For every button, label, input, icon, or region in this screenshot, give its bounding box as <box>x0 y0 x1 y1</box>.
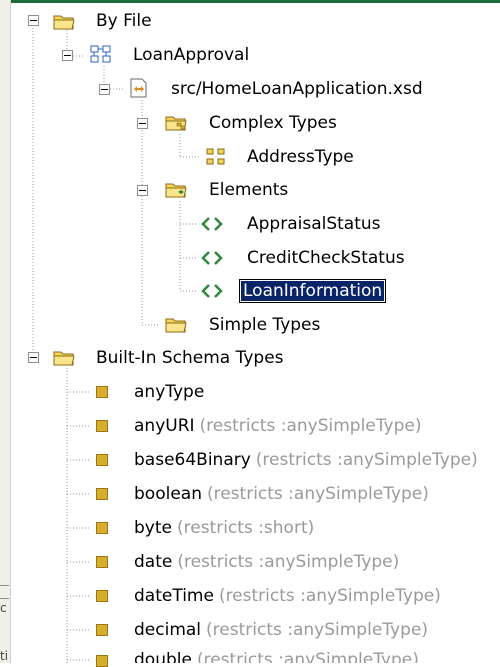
type-restriction: (restricts :anySimpleType) <box>206 484 429 504</box>
node-label: src/HomeLoanApplication.xsd <box>171 79 423 99</box>
type-name: boolean <box>134 484 202 504</box>
type-restriction: (restricts :anySimpleType) <box>199 416 422 436</box>
type-name: decimal <box>134 620 202 640</box>
tree-node-type[interactable]: byte (restricts :short) <box>134 515 314 541</box>
simple-type-icon <box>96 454 108 466</box>
simple-type-icon <box>96 386 108 398</box>
tree-node-type[interactable]: anyType <box>134 379 204 405</box>
type-restriction: (restricts :anySimpleType) <box>255 450 478 470</box>
node-label: Elements <box>209 180 289 200</box>
node-label: AddressType <box>247 147 354 167</box>
project-icon <box>90 45 111 63</box>
tree-node-loan-approval[interactable]: LoanApproval <box>133 42 249 68</box>
folder-open-icon <box>53 15 75 30</box>
complex-type-icon <box>206 148 225 165</box>
tree-node-type[interactable]: double (restricts :anySimpleType) <box>134 648 419 663</box>
tree-node-address-type[interactable]: AddressType <box>247 144 354 170</box>
collapse-toggle[interactable] <box>137 118 148 129</box>
element-icon <box>201 251 223 265</box>
simple-type-icon <box>96 522 108 534</box>
node-label: By File <box>96 11 152 31</box>
collapse-toggle[interactable] <box>28 352 39 363</box>
node-label: Built-In Schema Types <box>96 348 284 368</box>
rename-input-text: LoanInformation <box>241 281 385 301</box>
simple-type-icon <box>96 420 108 432</box>
type-name: double <box>134 650 192 663</box>
tree-node-by-file[interactable]: By File <box>96 8 152 34</box>
type-name: anyType <box>134 382 205 402</box>
type-name: byte <box>134 518 172 538</box>
tree-node-appraisal-status[interactable]: AppraisalStatus <box>247 211 381 237</box>
tree-node-type[interactable]: boolean (restricts :anySimpleType) <box>134 481 429 507</box>
element-icon <box>201 217 223 231</box>
complex-types-folder-icon <box>165 116 187 131</box>
node-label: AppraisalStatus <box>247 214 381 234</box>
node-label: LoanApproval <box>133 45 250 65</box>
element-icon <box>201 284 223 298</box>
type-restriction: (restricts :anySimpleType) <box>206 620 428 640</box>
type-restriction: (restricts :short) <box>176 518 315 538</box>
builtin-folder-icon <box>53 351 75 366</box>
tree-node-builtin-types[interactable]: Built-In Schema Types <box>96 345 284 371</box>
node-label: Complex Types <box>209 113 337 133</box>
rename-input[interactable]: LoanInformation <box>239 279 387 303</box>
simple-type-icon <box>96 624 108 636</box>
tree-node-type[interactable]: anyURI (restricts :anySimpleType) <box>134 413 421 439</box>
tree-node-complex-types[interactable]: Complex Types <box>209 110 337 136</box>
node-label: CreditCheckStatus <box>247 248 405 268</box>
tree-node-type[interactable]: date (restricts :anySimpleType) <box>134 549 399 575</box>
collapse-toggle[interactable] <box>28 15 39 26</box>
simple-types-folder-icon <box>165 318 187 333</box>
simple-type-icon <box>96 590 108 602</box>
collapse-toggle[interactable] <box>62 50 73 61</box>
xsd-file-icon <box>130 78 147 98</box>
type-restriction: (restricts :anySimpleType) <box>177 552 400 572</box>
tree-node-type[interactable]: dateTime (restricts :anySimpleType) <box>134 583 441 609</box>
simple-type-icon <box>96 556 108 568</box>
tree-node-simple-types[interactable]: Simple Types <box>209 312 320 338</box>
type-name: anyURI <box>134 416 195 436</box>
collapse-toggle[interactable] <box>137 185 148 196</box>
tree-node-elements[interactable]: Elements <box>209 177 288 203</box>
collapse-toggle[interactable] <box>99 84 110 95</box>
simple-type-icon <box>96 488 108 500</box>
elements-folder-icon <box>165 183 187 198</box>
type-restriction: (restricts :anySimpleType) <box>218 586 441 606</box>
type-name: base64Binary <box>134 450 251 470</box>
tree-node-type[interactable]: decimal (restricts :anySimpleType) <box>134 617 428 643</box>
tree-node-credit-check-status[interactable]: CreditCheckStatus <box>247 245 405 271</box>
type-name: date <box>134 552 173 572</box>
simple-type-icon <box>96 655 108 667</box>
type-restriction: (restricts :anySimpleType) <box>196 650 419 663</box>
tree-node-type[interactable]: base64Binary (restricts :anySimpleType) <box>134 447 478 473</box>
node-label: Simple Types <box>209 315 321 335</box>
tree-node-loan-information[interactable]: LoanInformation <box>239 278 387 304</box>
type-name: dateTime <box>134 586 214 606</box>
tree-node-xsd-file[interactable]: src/HomeLoanApplication.xsd <box>171 76 423 102</box>
